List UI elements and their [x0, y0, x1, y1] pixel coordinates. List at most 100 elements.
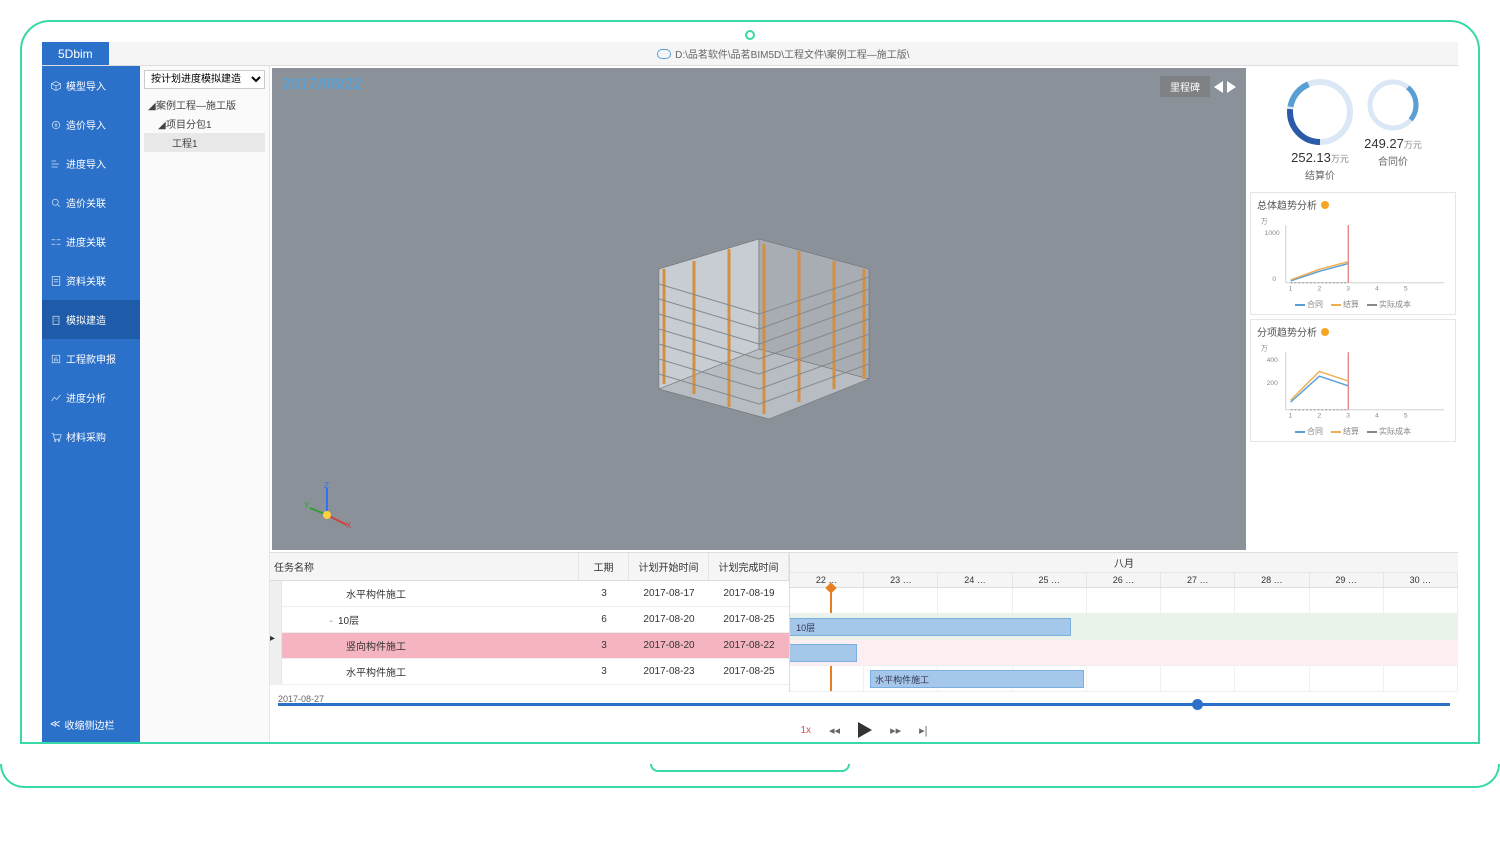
sidebar-item-cost-import[interactable]: 造价导入	[42, 105, 140, 144]
gauge-label: 结算价	[1284, 167, 1356, 182]
col-end[interactable]: 计划完成时间	[709, 553, 789, 580]
gauge-label: 合同价	[1364, 153, 1422, 168]
camera-dot	[745, 30, 755, 40]
sidebar-collapse[interactable]: ≪ 收缩侧边栏	[42, 707, 140, 742]
link-bars-icon	[50, 236, 62, 248]
row-handle	[270, 659, 282, 684]
sidebar-item-label: 进度分析	[66, 390, 106, 405]
svg-text:4: 4	[1375, 412, 1379, 419]
sidebar-item-label: 资料关联	[66, 273, 106, 288]
tree-child-2[interactable]: 工程1	[144, 133, 265, 152]
player-controls: 1x ◂◂ ▸▸ ▸|	[270, 718, 1458, 742]
row-handle[interactable]: ▸	[270, 633, 282, 658]
svg-text:1: 1	[1289, 285, 1293, 292]
svg-text:4: 4	[1375, 285, 1379, 292]
sidebar-item-label: 模拟建造	[66, 312, 106, 327]
sidebar-item-material[interactable]: 材料采购	[42, 417, 140, 456]
sidebar-item-progress-import[interactable]: 进度导入	[42, 144, 140, 183]
cloud-icon	[657, 49, 671, 59]
gantt-day-header: 28 …	[1235, 573, 1309, 587]
table-row[interactable]: ▸竖向构件施工32017-08-202017-08-22	[270, 633, 789, 659]
timeline-slider[interactable]: 2017-08-27	[278, 696, 1450, 714]
table-row[interactable]: 水平构件施工32017-08-232017-08-25	[270, 659, 789, 685]
svg-text:2: 2	[1317, 412, 1321, 419]
sidebar-item-cost-link[interactable]: 造价关联	[42, 183, 140, 222]
legend-item: 实际成本	[1379, 427, 1411, 436]
tree-child-1[interactable]: ◢项目分包1	[144, 114, 265, 133]
speed-label[interactable]: 1x	[800, 725, 811, 736]
app-logo: 5Dbim	[42, 42, 109, 65]
tree-node-label: 项目分包1	[166, 120, 212, 131]
tree-root[interactable]: ◢案例工程—施工版	[144, 95, 265, 114]
gauge-contract: 249.27万元 合同价	[1364, 76, 1422, 182]
play-icon[interactable]	[858, 722, 872, 738]
gauge-value: 252.13	[1291, 150, 1331, 165]
chart-breakdown: 分项趋势分析 万 400 200 12	[1250, 319, 1456, 442]
sidebar-item-model-import[interactable]: 模型导入	[42, 66, 140, 105]
gantt-day-header: 27 …	[1161, 573, 1235, 587]
gantt-day-header: 30 …	[1384, 573, 1458, 587]
search-coin-icon	[50, 197, 62, 209]
viewport-date: 2017/08/22	[282, 76, 362, 94]
sidebar-item-label: 造价导入	[66, 117, 106, 132]
legend-item: 合同	[1307, 300, 1323, 309]
gauge-ring-icon	[1364, 76, 1422, 134]
sidebar-item-doc-link[interactable]: 资料关联	[42, 261, 140, 300]
gantt-day-header: 29 …	[1310, 573, 1384, 587]
forward-icon[interactable]: ▸▸	[890, 724, 901, 737]
viewport-3d[interactable]: 2017/08/22 里程碑	[272, 68, 1246, 550]
prev-arrow-icon[interactable]	[1214, 81, 1223, 93]
cube-icon	[50, 80, 62, 92]
chart-title: 总体趋势分析	[1257, 197, 1317, 212]
col-start[interactable]: 计划开始时间	[629, 553, 709, 580]
milestone-button[interactable]: 里程碑	[1160, 76, 1210, 97]
cart-icon	[50, 431, 62, 443]
sidebar-item-progress-link[interactable]: 进度关联	[42, 222, 140, 261]
gauge-ring-icon	[1284, 76, 1356, 148]
bars-icon	[50, 158, 62, 170]
skip-end-icon[interactable]: ▸|	[919, 724, 927, 737]
gantt-bar[interactable]: 水平构件施工	[870, 670, 1084, 688]
building-icon	[50, 314, 62, 326]
row-handle	[270, 581, 282, 606]
line-chart: 万 1000 0 12345	[1257, 214, 1449, 294]
axis-gizmo-icon[interactable]: Z X Y	[302, 480, 352, 530]
gantt-month: 八月	[790, 553, 1458, 573]
mode-select[interactable]: 按计划进度模拟建造	[144, 70, 265, 89]
chevron-left-icon: ≪	[50, 719, 60, 730]
svg-text:3: 3	[1346, 412, 1350, 419]
svg-text:3: 3	[1346, 285, 1350, 292]
col-task-name[interactable]: 任务名称	[270, 553, 579, 580]
gauge-value: 249.27	[1364, 136, 1404, 151]
timeline-thumb[interactable]	[1192, 699, 1203, 710]
timeline-track	[278, 703, 1450, 706]
next-arrow-icon[interactable]	[1227, 81, 1236, 93]
gantt-chart[interactable]: 八月 22 …23 …24 …25 …26 …27 …28 …29 …30 … …	[790, 553, 1458, 692]
gantt-bar[interactable]: 竖向	[790, 644, 857, 662]
gantt-bar[interactable]: 从 8月20日 10层	[790, 618, 1071, 636]
table-row[interactable]: -10层62017-08-202017-08-25	[270, 607, 789, 633]
sidebar-item-payment[interactable]: 工程款申报	[42, 339, 140, 378]
legend-item: 结算	[1343, 427, 1359, 436]
chart-icon	[50, 392, 62, 404]
gantt-day-header: 25 …	[1013, 573, 1087, 587]
sidebar-item-analysis[interactable]: 进度分析	[42, 378, 140, 417]
svg-text:万: 万	[1261, 217, 1268, 225]
sidebar-item-label: 进度关联	[66, 234, 106, 249]
legend-item: 合同	[1307, 427, 1323, 436]
rewind-icon[interactable]: ◂◂	[829, 724, 840, 737]
tree-node-label: 案例工程—施工版	[156, 101, 236, 112]
table-row[interactable]: 水平构件施工32017-08-172017-08-19	[270, 581, 789, 607]
sidebar-item-simulate[interactable]: 模拟建造	[42, 300, 140, 339]
gantt-day-header: 24 …	[938, 573, 1012, 587]
row-handle	[270, 607, 282, 632]
tree-node-label: 工程1	[172, 139, 198, 150]
project-tree: ◢案例工程—施工版 ◢项目分包1 工程1	[144, 95, 265, 152]
svg-text:5: 5	[1404, 412, 1408, 419]
col-duration[interactable]: 工期	[579, 553, 629, 580]
svg-text:X: X	[346, 521, 352, 530]
sidebar-footer-label: 收缩侧边栏	[64, 717, 114, 732]
coin-icon	[50, 119, 62, 131]
building-model	[619, 189, 899, 429]
svg-text:200: 200	[1267, 380, 1278, 387]
